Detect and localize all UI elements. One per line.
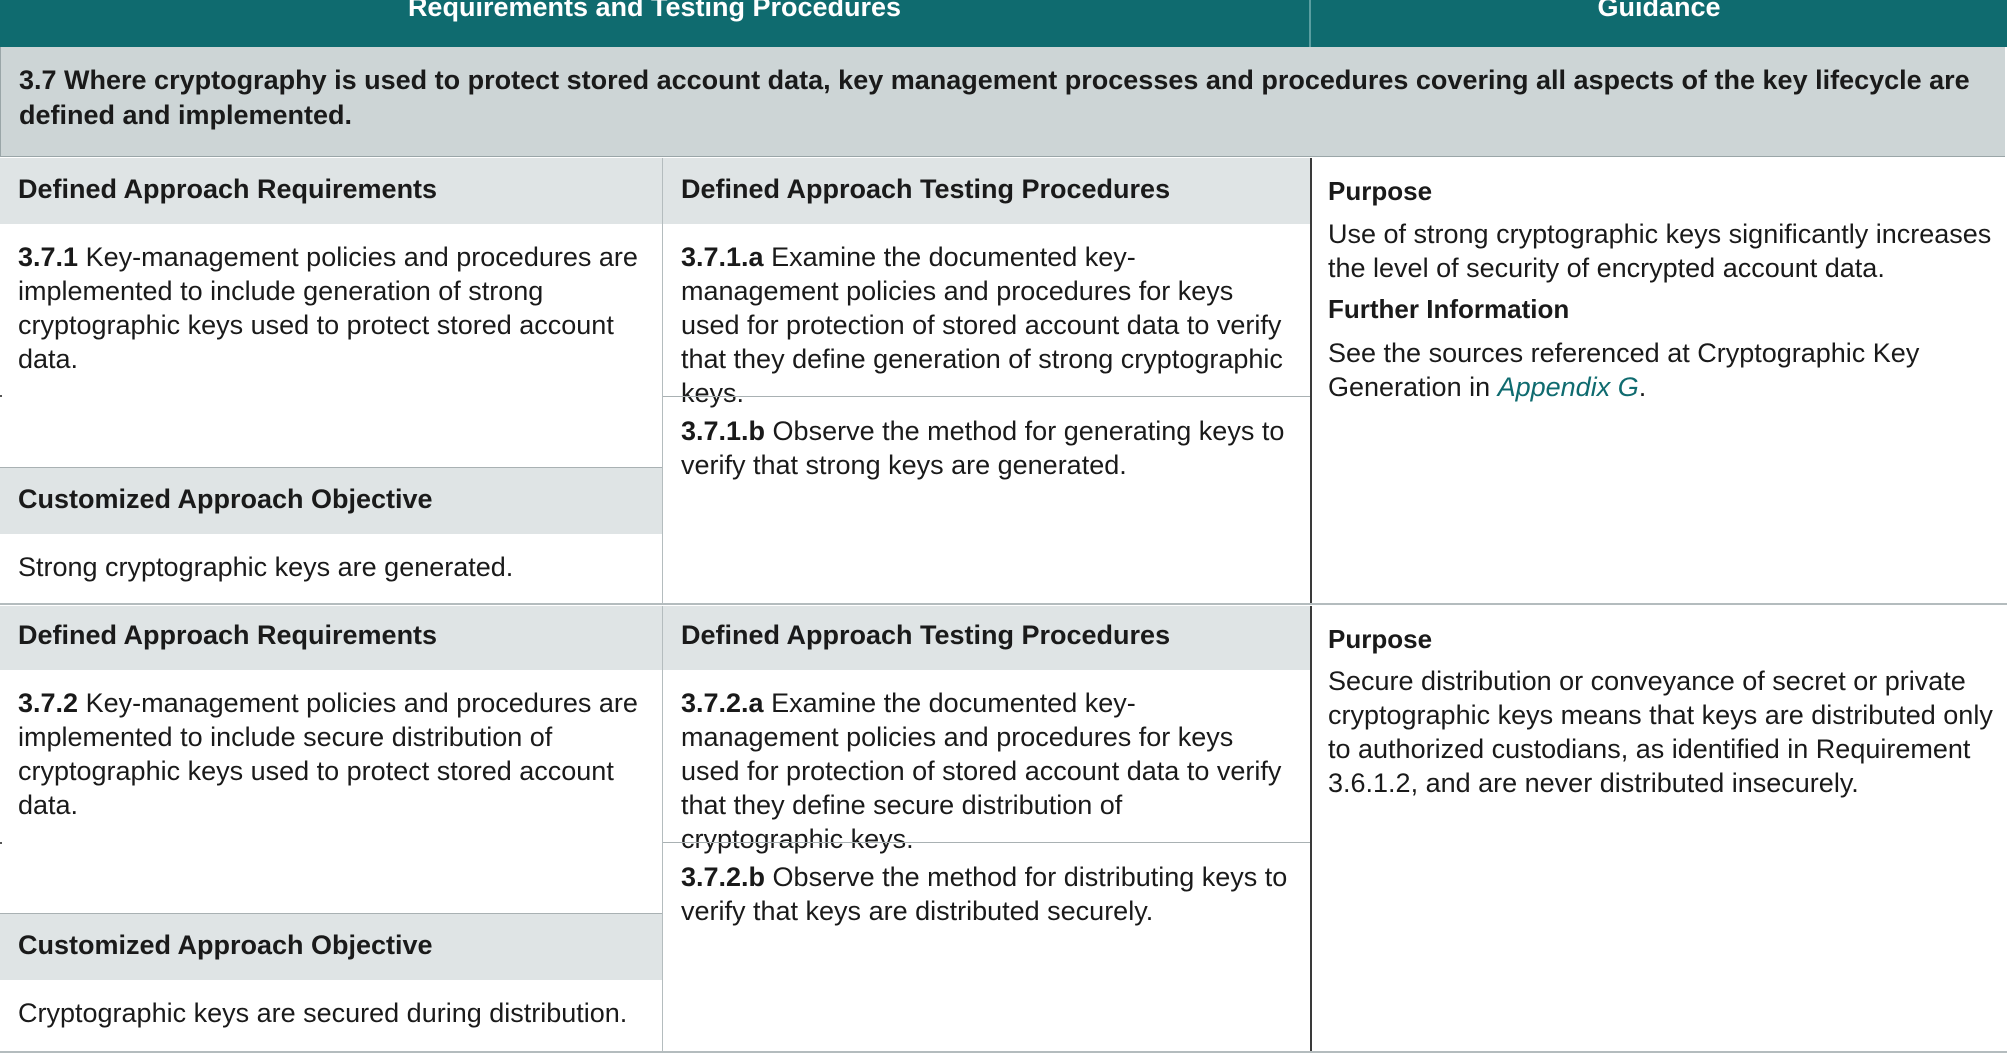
column-header-requirements: Requirements and Testing Procedures <box>0 0 1309 47</box>
requirements-column: Defined Approach Requirements 3.7.1 Key-… <box>0 158 662 605</box>
requirement-block-3-7-1: Defined Approach Requirements 3.7.1 Key-… <box>0 158 2007 605</box>
cust-heading: Customized Approach Objective <box>0 468 662 534</box>
req-heading: Defined Approach Requirements <box>0 158 662 224</box>
testing-column: Defined Approach Testing Procedures 3.7.… <box>662 158 1310 605</box>
test-b-number: 3.7.1.b <box>681 416 766 446</box>
purpose-text: Secure distribution or conveyance of sec… <box>1328 666 1993 798</box>
row-divider <box>0 1051 2007 1053</box>
testing-column: Defined Approach Testing Procedures 3.7.… <box>662 606 1310 1053</box>
test-a-number: 3.7.1.a <box>681 242 764 272</box>
section-title: 3.7 Where cryptography is used to protec… <box>0 47 2005 157</box>
requirement-block-3-7-2: Defined Approach Requirements 3.7.2 Key-… <box>0 606 2007 1053</box>
req-description: Key-management policies and procedures a… <box>18 242 638 374</box>
guidance-column: Purpose Secure distribution or conveyanc… <box>1310 606 2007 1053</box>
req-text: 3.7.2 Key-management policies and proced… <box>18 686 642 822</box>
test-b-text: Observe the method for distributing keys… <box>681 862 1288 926</box>
req-heading: Defined Approach Requirements <box>0 606 662 670</box>
req-number: 3.7.2 <box>18 688 79 718</box>
appendix-g-link[interactable]: Appendix G <box>1498 372 1639 402</box>
divider <box>663 842 1310 843</box>
req-number: 3.7.1 <box>18 242 79 272</box>
column-header-guidance: Guidance <box>1311 0 2007 47</box>
cust-text: Strong cryptographic keys are generated. <box>18 552 514 582</box>
test-b-text: Observe the method for generating keys t… <box>681 416 1285 480</box>
guidance-column: Purpose Use of strong cryptographic keys… <box>1310 158 2007 605</box>
requirements-table: Requirements and Testing Procedures Guid… <box>0 0 2007 1056</box>
purpose-heading: Purpose <box>1328 176 1433 206</box>
cust-heading: Customized Approach Objective <box>0 914 662 980</box>
test-a-text: Examine the documented key-management po… <box>681 688 1282 854</box>
further-info-heading: Further Information <box>1328 294 1570 324</box>
test-a-text: Examine the documented key-management po… <box>681 242 1283 408</box>
test-b: 3.7.2.b Observe the method for distribut… <box>681 860 1290 928</box>
purpose-text: Use of strong cryptographic keys signifi… <box>1328 219 1992 283</box>
req-description: Key-management policies and procedures a… <box>18 688 638 820</box>
divider <box>663 396 1310 397</box>
test-b-number: 3.7.2.b <box>681 862 766 892</box>
req-text: 3.7.1 Key-management policies and proced… <box>18 240 642 376</box>
purpose-heading: Purpose <box>1328 624 1433 654</box>
test-a: 3.7.2.a Examine the documented key-manag… <box>681 686 1290 856</box>
margin-tick <box>0 395 2 397</box>
test-heading: Defined Approach Testing Procedures <box>663 606 1310 670</box>
requirements-column: Defined Approach Requirements 3.7.2 Key-… <box>0 606 662 1053</box>
further-info-suffix: . <box>1638 372 1647 402</box>
further-info-text: See the sources referenced at Cryptograp… <box>1328 336 1999 404</box>
row-divider <box>0 603 2007 605</box>
cust-text: Cryptographic keys are secured during di… <box>18 998 628 1028</box>
margin-tick <box>0 842 2 844</box>
test-a: 3.7.1.a Examine the documented key-manag… <box>681 240 1290 410</box>
test-a-number: 3.7.2.a <box>681 688 764 718</box>
test-heading: Defined Approach Testing Procedures <box>663 158 1310 224</box>
test-b: 3.7.1.b Observe the method for generatin… <box>681 414 1290 482</box>
